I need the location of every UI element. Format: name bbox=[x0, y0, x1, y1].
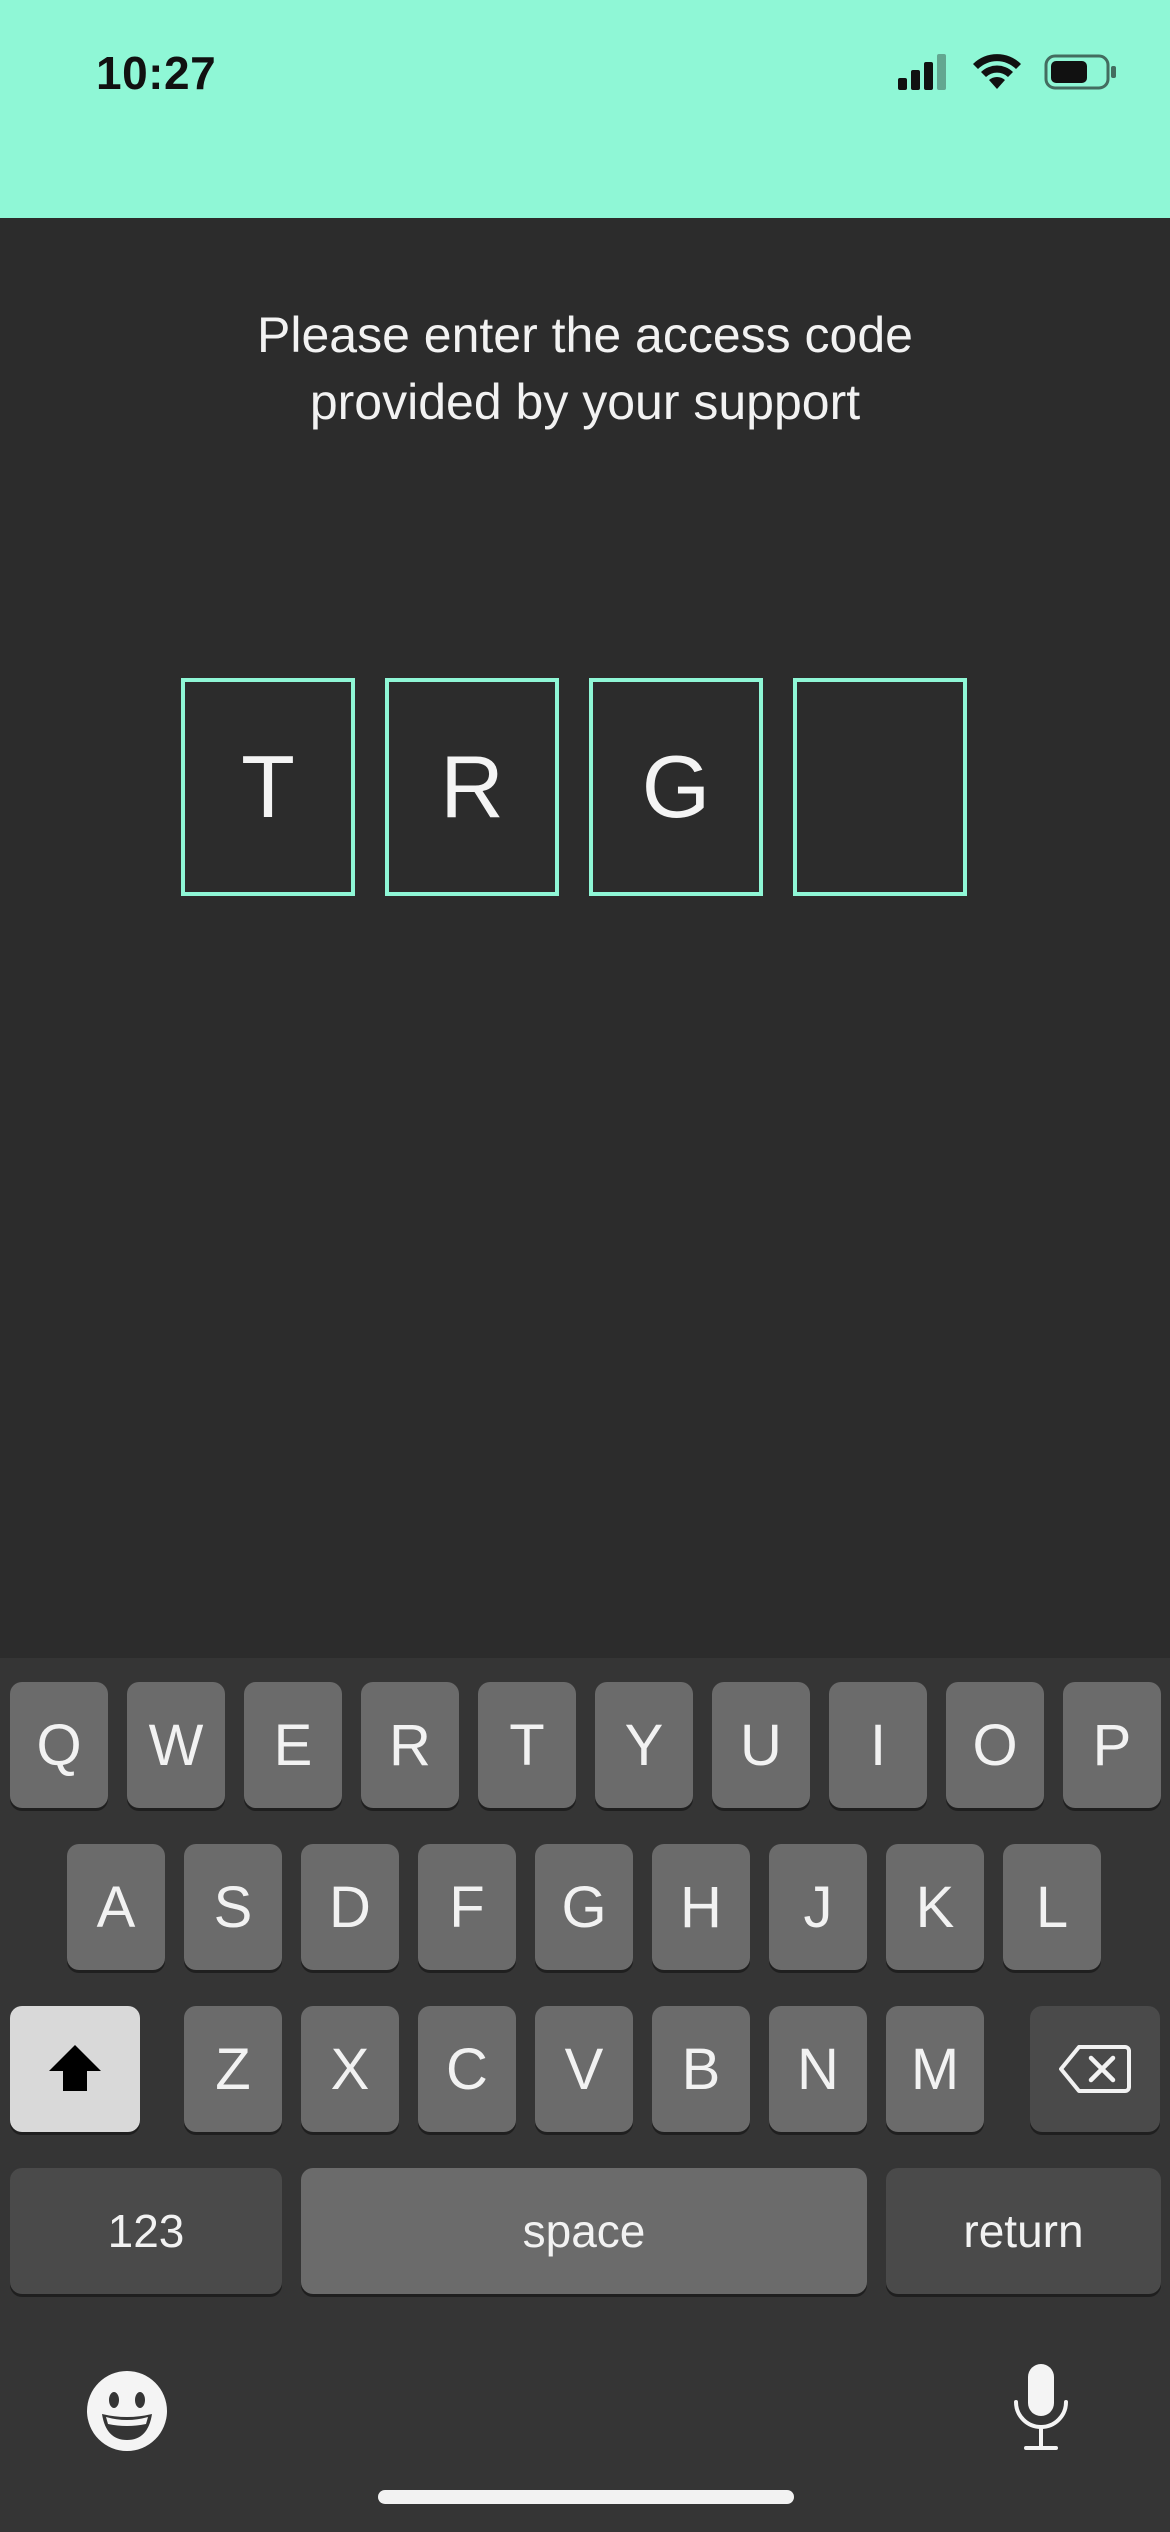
key-c[interactable]: C bbox=[418, 2006, 516, 2132]
key-e[interactable]: E bbox=[244, 1682, 342, 1808]
emoji-icon[interactable] bbox=[86, 2370, 168, 2452]
key-w[interactable]: W bbox=[127, 1682, 225, 1808]
key-b[interactable]: B bbox=[652, 2006, 750, 2132]
code-box-1[interactable]: T bbox=[181, 678, 355, 896]
key-q[interactable]: Q bbox=[10, 1682, 108, 1808]
key-r[interactable]: R bbox=[361, 1682, 459, 1808]
backspace-icon bbox=[1059, 2045, 1131, 2093]
status-time: 10:27 bbox=[96, 47, 217, 99]
home-indicator[interactable] bbox=[378, 2490, 794, 2504]
delete-key[interactable] bbox=[1030, 2006, 1160, 2132]
status-icons bbox=[898, 50, 1118, 94]
key-j[interactable]: J bbox=[769, 1844, 867, 1970]
prompt-line-1: Please enter the access code bbox=[257, 307, 913, 363]
key-s[interactable]: S bbox=[184, 1844, 282, 1970]
status-bar: 10:27 bbox=[0, 0, 1170, 218]
numbers-key[interactable]: 123 bbox=[10, 2168, 282, 2294]
access-code-input[interactable]: T R G bbox=[181, 678, 967, 896]
key-m[interactable]: M bbox=[886, 2006, 984, 2132]
prompt-line-2: provided by your support bbox=[309, 374, 861, 430]
access-code-prompt: Please enter the access code provided by… bbox=[0, 302, 1170, 436]
key-n[interactable]: N bbox=[769, 2006, 867, 2132]
shift-key[interactable] bbox=[10, 2006, 140, 2132]
key-o[interactable]: O bbox=[946, 1682, 1044, 1808]
key-z[interactable]: Z bbox=[184, 2006, 282, 2132]
microphone-icon[interactable] bbox=[1010, 2362, 1072, 2454]
code-box-3[interactable]: G bbox=[589, 678, 763, 896]
space-key[interactable]: space bbox=[301, 2168, 867, 2294]
key-f[interactable]: F bbox=[418, 1844, 516, 1970]
key-l[interactable]: L bbox=[1003, 1844, 1101, 1970]
key-i[interactable]: I bbox=[829, 1682, 927, 1808]
key-d[interactable]: D bbox=[301, 1844, 399, 1970]
code-box-4[interactable] bbox=[793, 678, 967, 896]
key-t[interactable]: T bbox=[478, 1682, 576, 1808]
key-h[interactable]: H bbox=[652, 1844, 750, 1970]
key-a[interactable]: A bbox=[67, 1844, 165, 1970]
key-x[interactable]: X bbox=[301, 2006, 399, 2132]
battery-icon bbox=[1044, 54, 1116, 90]
shift-icon bbox=[49, 2045, 101, 2091]
cellular-signal-icon bbox=[898, 54, 946, 90]
code-box-2[interactable]: R bbox=[385, 678, 559, 896]
return-key[interactable]: return bbox=[886, 2168, 1161, 2294]
key-g[interactable]: G bbox=[535, 1844, 633, 1970]
key-y[interactable]: Y bbox=[595, 1682, 693, 1808]
keyboard: Q W E R T Y U I O P A S D F G H J K L Z … bbox=[0, 1658, 1170, 2532]
wifi-icon bbox=[973, 54, 1021, 89]
key-v[interactable]: V bbox=[535, 2006, 633, 2132]
key-u[interactable]: U bbox=[712, 1682, 810, 1808]
key-p[interactable]: P bbox=[1063, 1682, 1161, 1808]
key-k[interactable]: K bbox=[886, 1844, 984, 1970]
